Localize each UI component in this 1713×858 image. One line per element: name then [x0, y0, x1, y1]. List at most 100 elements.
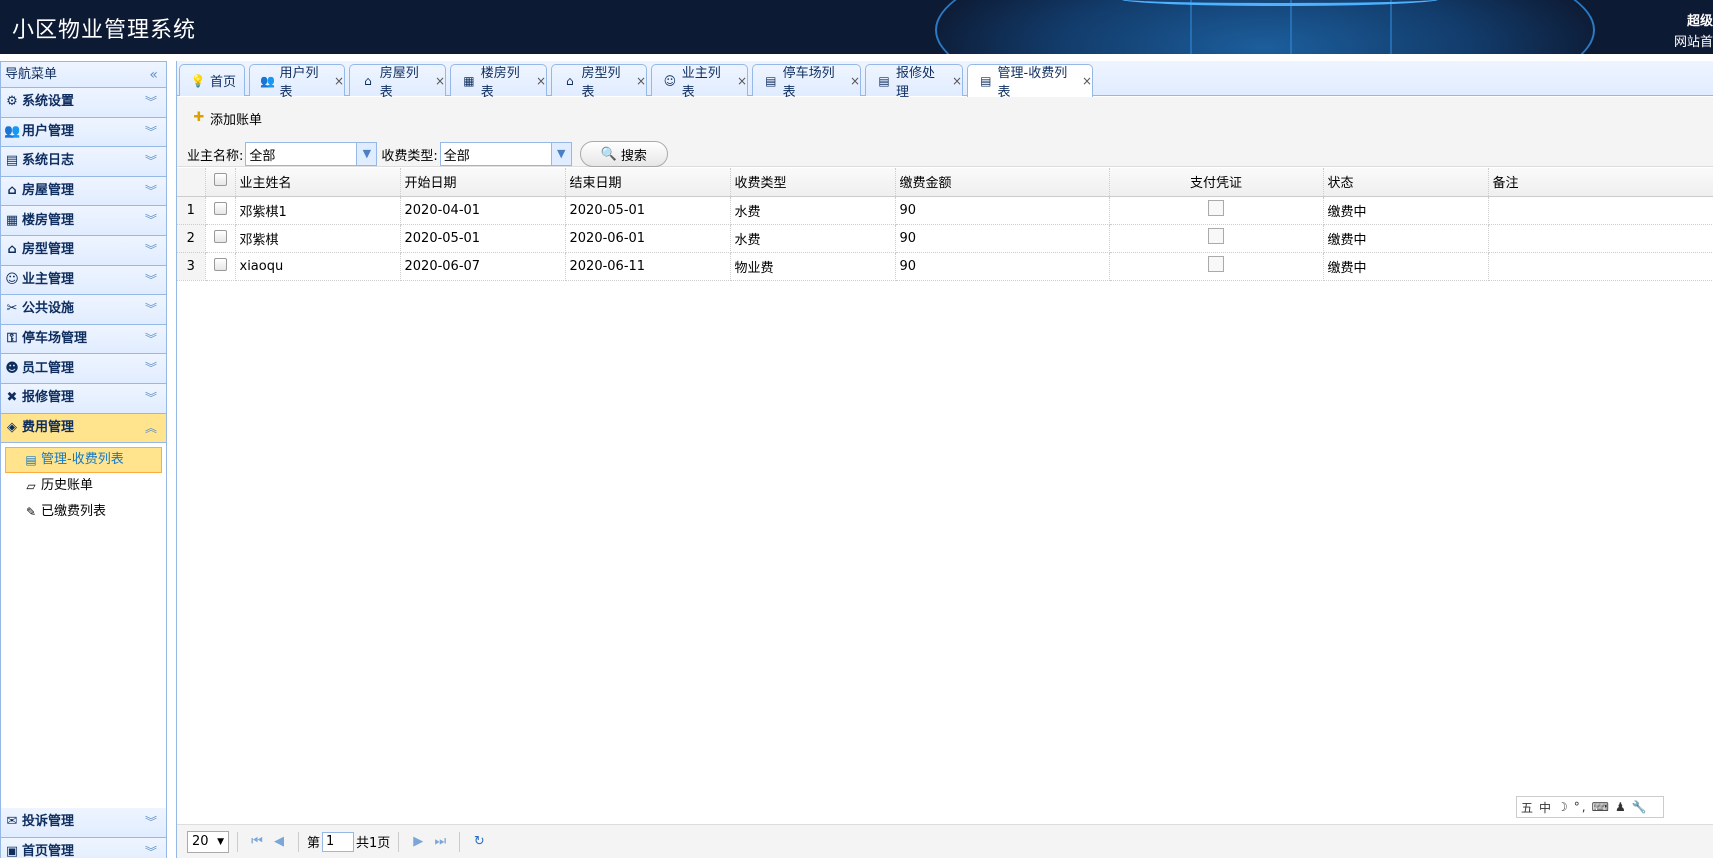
chevron-down-icon[interactable]: ︾ [145, 295, 157, 323]
ime-glyph[interactable]: ☽ [1557, 800, 1570, 814]
select-all-checkbox[interactable] [213, 173, 227, 187]
chevron-down-icon[interactable]: ︾ [145, 206, 157, 234]
close-tab-icon[interactable]: × [636, 74, 646, 88]
sidebar-subitem[interactable]: ✎ 已缴费列表 [5, 499, 162, 525]
column-header[interactable]: 状态 [1323, 168, 1489, 197]
chevron-down-icon[interactable]: ︾ [145, 147, 157, 175]
column-header[interactable]: 备注 [1488, 168, 1713, 197]
tab[interactable]: ⌂ 房型列表 × [551, 64, 647, 100]
chevron-up-icon[interactable]: ︽ [145, 414, 157, 442]
search-button[interactable]: 🔍 搜索 [579, 141, 668, 167]
pager-divider [237, 831, 238, 852]
chevron-down-icon[interactable]: ︾ [145, 384, 157, 412]
chevron-down-icon[interactable]: ︾ [145, 838, 157, 858]
house-icon: ⌂ [364, 73, 372, 88]
sidebar-group[interactable]: ✉ 投诉管理 ︾ [1, 808, 166, 838]
sidebar-group[interactable]: ✖ 报修管理 ︾ [1, 383, 166, 414]
chevron-down-icon[interactable]: ▼ [356, 143, 377, 165]
add-bill-button[interactable]: ✚ 添加账单 [191, 107, 262, 129]
close-tab-icon[interactable]: × [1082, 74, 1092, 88]
tab[interactable]: ⌂ 房屋列表 × [349, 64, 446, 100]
row-checkbox[interactable] [213, 257, 227, 271]
sidebar-group[interactable]: ✂ 公共设施 ︾ [1, 295, 166, 325]
chevron-down-icon[interactable]: ︾ [145, 177, 157, 205]
broken-image-icon[interactable] [1208, 256, 1224, 272]
tab[interactable]: ▤ 管理-收费列表 × [967, 64, 1093, 100]
ime-glyph[interactable]: 🔧 [1632, 800, 1649, 814]
broken-image-icon[interactable] [1208, 228, 1224, 244]
sidebar-subitem[interactable]: ▤ 管理-收费列表 [5, 447, 162, 474]
column-header[interactable]: 开始日期 [400, 168, 566, 197]
first-page-icon[interactable]: ⏮ [246, 834, 268, 849]
owner-filter-select[interactable]: 全部 ▼ [245, 142, 378, 166]
close-tab-icon[interactable]: × [435, 74, 445, 88]
cell-type: 水费 [730, 196, 896, 225]
staff-icon: ☻ [5, 360, 19, 376]
tab[interactable]: ▤ 停车场列表 × [752, 64, 861, 100]
tab[interactable]: ▦ 楼房列表 × [450, 64, 547, 100]
app-header: 小区物业管理系统 超级 网站首 [0, 0, 1713, 54]
chevron-down-icon[interactable]: ︾ [145, 325, 157, 353]
sidebar-group[interactable]: ⚙ 系统设置 ︾ [1, 88, 166, 118]
users-icon: 👥 [260, 73, 276, 88]
tab[interactable]: ▤ 报修处理 × [865, 64, 963, 100]
close-tab-icon[interactable]: × [334, 74, 344, 88]
ime-glyph[interactable]: ♟ [1615, 800, 1628, 814]
next-page-icon[interactable]: ▶ [407, 834, 429, 849]
ime-glyph[interactable]: ⌨ [1592, 800, 1611, 814]
row-checkbox[interactable] [213, 201, 227, 215]
tab[interactable]: 👥 用户列表 × [249, 64, 345, 100]
chevron-down-icon[interactable]: ︾ [145, 88, 157, 116]
sidebar-subitem[interactable]: ▱ 历史账单 [5, 473, 162, 499]
sidebar-group[interactable]: ⌂ 房屋管理 ︾ [1, 176, 166, 207]
sidebar-group-label: 报修管理 [22, 390, 75, 406]
table-row[interactable]: 2 邓紫棋 2020-05-01 2020-06-01 水费 90 缴费中 [177, 224, 1713, 253]
close-tab-icon[interactable]: × [536, 74, 546, 88]
column-header[interactable]: 支付凭证 [1109, 168, 1324, 197]
column-header[interactable]: 业主姓名 [235, 168, 401, 197]
row-checkbox[interactable] [213, 229, 227, 243]
page-size-select[interactable]: 20 ▼ [187, 830, 229, 853]
site-home-link[interactable]: 网站首 [1674, 31, 1713, 50]
sidebar-group[interactable]: 👥 用户管理 ︾ [1, 117, 166, 148]
sidebar-group[interactable]: ▤ 系统日志 ︾ [1, 147, 166, 177]
table-row[interactable]: 1 邓紫棋1 2020-04-01 2020-05-01 水费 90 缴费中 [177, 196, 1713, 225]
chevron-down-icon[interactable]: ︾ [145, 236, 157, 264]
collapse-sidebar-icon[interactable]: « [149, 62, 158, 88]
chevron-down-icon[interactable]: ︾ [145, 118, 157, 146]
sidebar-group[interactable]: ▦ 楼房管理 ︾ [1, 206, 166, 236]
ime-glyph[interactable]: 中 [1539, 799, 1553, 816]
ime-glyph[interactable]: °, [1574, 800, 1588, 814]
type-filter-select[interactable]: 全部 ▼ [439, 142, 572, 166]
table-row[interactable]: 3 xiaoqu 2020-06-07 2020-06-11 物业费 90 缴费中 [177, 252, 1713, 281]
chevron-down-icon[interactable]: ︾ [145, 354, 157, 382]
repair-icon: ✖ [6, 390, 18, 406]
cell-name: 邓紫棋1 [235, 196, 401, 225]
column-header[interactable]: 收费类型 [730, 168, 896, 197]
ime-toolbar[interactable]: 五中 ☽ °, ⌨ ♟ 🔧 [1516, 796, 1664, 818]
sidebar-group[interactable]: ▣ 首页管理 ︾ [1, 837, 166, 858]
close-tab-icon[interactable]: × [952, 74, 962, 88]
sidebar-group[interactable]: ⚿ 停车场管理 ︾ [1, 324, 166, 355]
chevron-down-icon[interactable]: ︾ [145, 808, 157, 836]
prev-page-icon[interactable]: ◀ [268, 834, 290, 849]
column-header[interactable]: 结束日期 [565, 168, 731, 197]
ime-glyph[interactable]: 五 [1521, 799, 1535, 816]
cell-amount: 90 [895, 224, 1110, 253]
broken-image-icon[interactable] [1208, 200, 1224, 216]
sidebar-group[interactable]: ☺ 业主管理 ︾ [1, 265, 166, 296]
cell-note [1488, 196, 1713, 225]
close-tab-icon[interactable]: × [850, 74, 860, 88]
tab[interactable]: ☺ 业主列表 × [651, 64, 748, 100]
column-header[interactable]: 缴费金额 [895, 168, 1110, 197]
last-page-icon[interactable]: ⏭ [429, 834, 451, 849]
close-tab-icon[interactable]: × [737, 74, 747, 88]
page-number-input[interactable]: 1 [322, 831, 355, 852]
sidebar-group[interactable]: ◈ 费用管理 ︽ [1, 413, 166, 444]
chevron-down-icon[interactable]: ▼ [550, 143, 571, 165]
chevron-down-icon[interactable]: ︾ [145, 266, 157, 294]
tab[interactable]: 💡 首页 [179, 64, 245, 96]
sidebar-group[interactable]: ☻ 员工管理 ︾ [1, 354, 166, 384]
sidebar-group[interactable]: ⌂ 房型管理 ︾ [1, 235, 166, 266]
refresh-icon[interactable]: ↻ [468, 834, 490, 849]
